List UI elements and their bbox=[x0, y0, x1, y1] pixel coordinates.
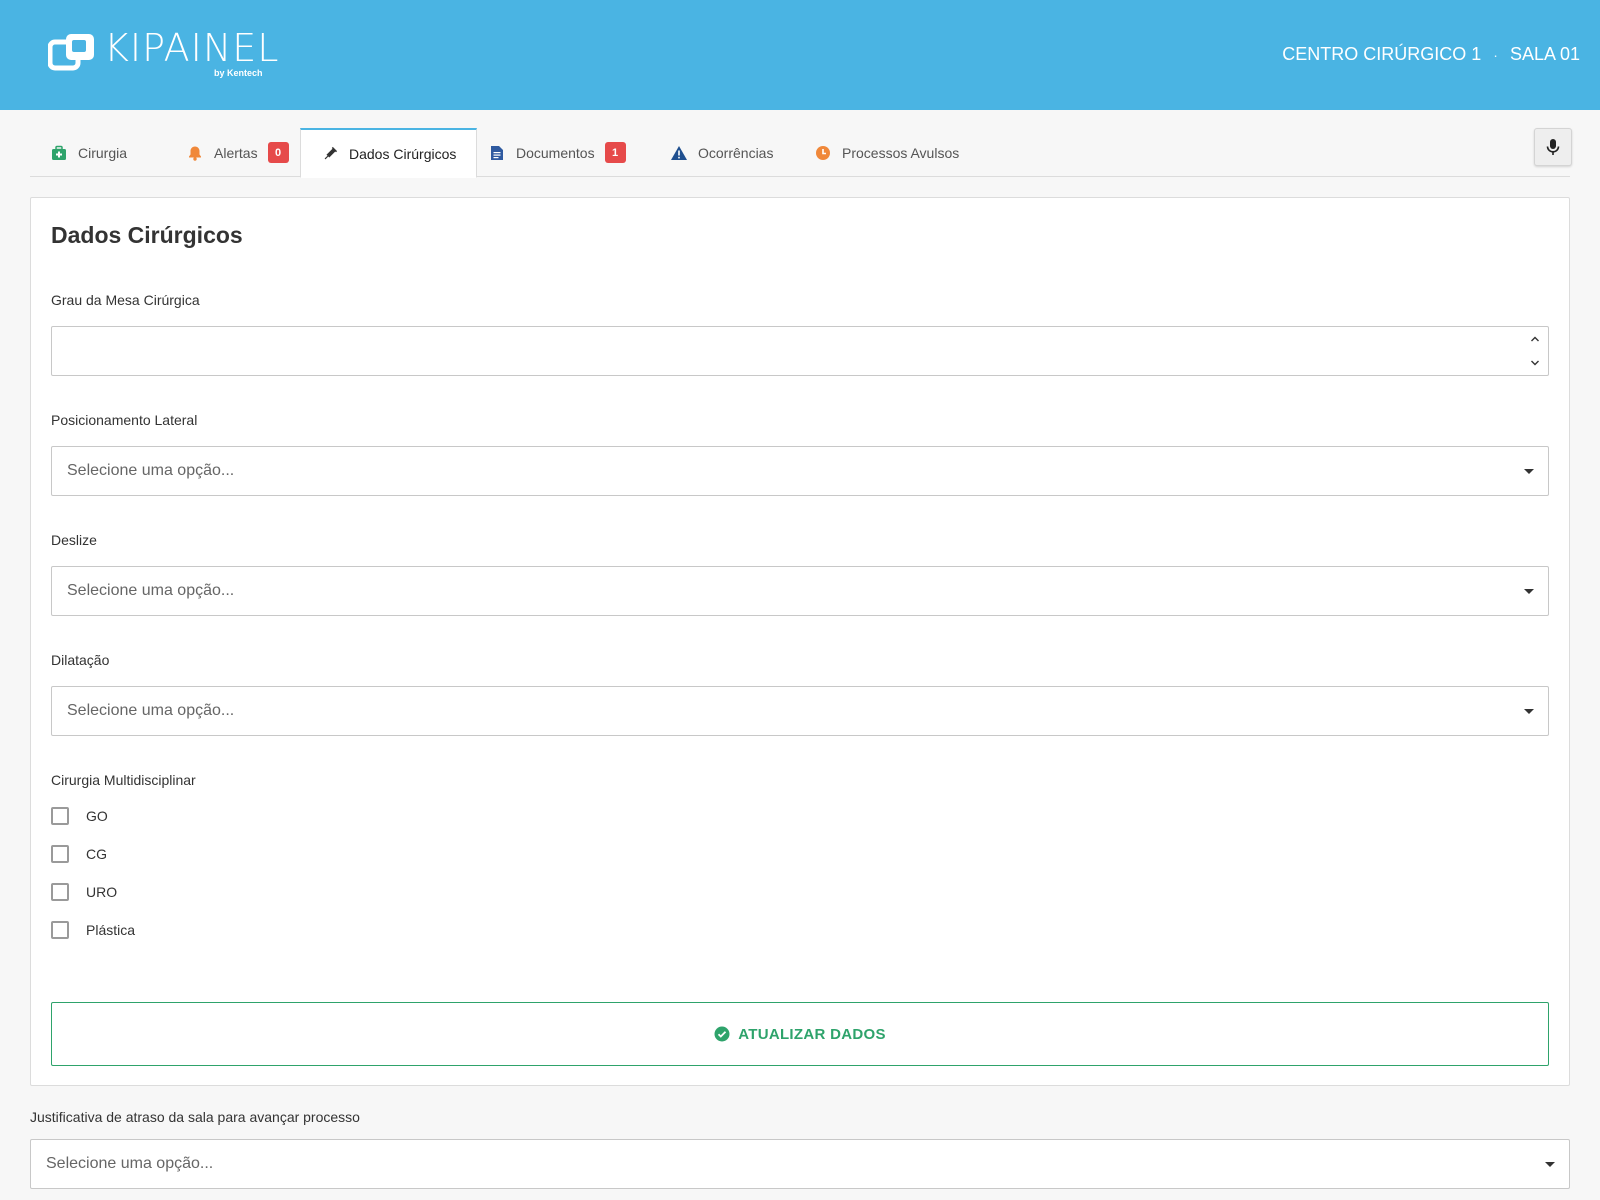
tab-cirurgia[interactable]: Cirurgia bbox=[30, 128, 147, 177]
clock-icon bbox=[814, 144, 832, 162]
tab-ocorrencias[interactable]: Ocorrências bbox=[650, 128, 793, 177]
chevron-down-icon bbox=[1524, 589, 1534, 594]
bell-icon bbox=[186, 144, 204, 162]
checkbox-plastica[interactable]: Plástica bbox=[51, 921, 135, 939]
checkbox-uro[interactable]: URO bbox=[51, 883, 117, 901]
surgical-center-label: CENTRO CIRÚRGICO 1 bbox=[1282, 44, 1482, 64]
update-data-button[interactable]: ATUALIZAR DADOS bbox=[51, 1002, 1549, 1066]
chevron-down-icon bbox=[1524, 469, 1534, 474]
kipainel-logo: KIPAINEL by Kentech bbox=[48, 26, 288, 84]
tab-label: Ocorrências bbox=[698, 144, 774, 161]
medical-kit-icon bbox=[50, 144, 68, 162]
dilatacao-select[interactable]: Selecione uma opção... bbox=[51, 686, 1549, 736]
checkbox-label: Plástica bbox=[86, 922, 136, 938]
logo-subtitle: by Kentech bbox=[214, 68, 263, 78]
select-placeholder: Selecione uma opção... bbox=[67, 462, 235, 479]
header-separator: · bbox=[1493, 46, 1498, 63]
checkbox-box[interactable] bbox=[51, 921, 69, 939]
multidisciplinar-label: Cirurgia Multidisciplinar bbox=[51, 772, 196, 788]
checkbox-label: CG bbox=[86, 846, 107, 862]
tab-label: Documentos bbox=[516, 144, 595, 161]
number-spinner-icon[interactable] bbox=[1528, 331, 1542, 371]
select-placeholder: Selecione uma opção... bbox=[67, 702, 235, 719]
tab-label: Processos Avulsos bbox=[842, 144, 960, 161]
checkbox-label: GO bbox=[86, 808, 108, 824]
tab-processos-avulsos[interactable]: Processos Avulsos bbox=[794, 128, 979, 177]
select-placeholder: Selecione uma opção... bbox=[46, 1155, 214, 1172]
page-title: Dados Cirúrgicos bbox=[51, 222, 243, 248]
chevron-down-icon bbox=[1524, 709, 1534, 714]
checkbox-box[interactable] bbox=[51, 845, 69, 863]
tab-label: Alertas bbox=[214, 144, 258, 161]
dilatacao-label: Dilatação bbox=[51, 652, 110, 668]
justificativa-select[interactable]: Selecione uma opção... bbox=[30, 1139, 1570, 1189]
room-label: SALA 01 bbox=[1509, 44, 1580, 64]
tab-label: Dados Cirúrgicos bbox=[349, 145, 457, 162]
checkbox-box[interactable] bbox=[51, 807, 69, 825]
checkbox-cg[interactable]: CG bbox=[51, 845, 107, 863]
warning-icon bbox=[670, 144, 688, 162]
tab-dados-cirurgicos[interactable]: Dados Cirúrgicos bbox=[300, 128, 478, 178]
app-header: KIPAINEL by Kentech CENTRO CIRÚRGICO 1 ·… bbox=[0, 0, 1600, 110]
deslize-label: Deslize bbox=[51, 532, 97, 548]
logo-text: KIPAINEL bbox=[104, 26, 280, 70]
checkbox-box[interactable] bbox=[51, 883, 69, 901]
tab-label: Cirurgia bbox=[78, 144, 128, 161]
grau-mesa-label: Grau da Mesa Cirúrgica bbox=[51, 292, 200, 308]
tabs-bar: Cirurgia Alertas 0 Dados Cirúrgicos Docu… bbox=[30, 128, 1570, 178]
documents-count-badge: 1 bbox=[604, 142, 626, 163]
microphone-button[interactable] bbox=[1534, 128, 1572, 166]
select-placeholder: Selecione uma opção... bbox=[67, 582, 235, 599]
posicionamento-select[interactable]: Selecione uma opção... bbox=[51, 446, 1549, 496]
deslize-select[interactable]: Selecione uma opção... bbox=[51, 566, 1549, 616]
check-circle-icon bbox=[714, 1026, 730, 1042]
update-button-label: ATUALIZAR DADOS bbox=[738, 1025, 886, 1043]
tab-alertas[interactable]: Alertas 0 bbox=[166, 128, 309, 177]
document-icon bbox=[488, 144, 506, 162]
posicionamento-label: Posicionamento Lateral bbox=[51, 412, 198, 428]
alerts-count-badge: 0 bbox=[267, 142, 289, 163]
logo-mark-icon bbox=[48, 34, 94, 71]
surgical-data-card: Dados Cirúrgicos Grau da Mesa Cirúrgica … bbox=[30, 197, 1570, 1086]
header-location: CENTRO CIRÚRGICO 1 · SALA 01 bbox=[1282, 44, 1580, 65]
grau-mesa-input[interactable] bbox=[51, 326, 1549, 376]
checkbox-label: URO bbox=[86, 884, 118, 900]
chevron-down-icon bbox=[1545, 1162, 1555, 1167]
syringe-icon bbox=[321, 145, 339, 163]
justificativa-label: Justificativa de atraso da sala para ava… bbox=[30, 1109, 360, 1125]
tab-documentos[interactable]: Documentos 1 bbox=[468, 128, 646, 177]
microphone-icon bbox=[1546, 139, 1560, 155]
checkbox-go[interactable]: GO bbox=[51, 807, 108, 825]
